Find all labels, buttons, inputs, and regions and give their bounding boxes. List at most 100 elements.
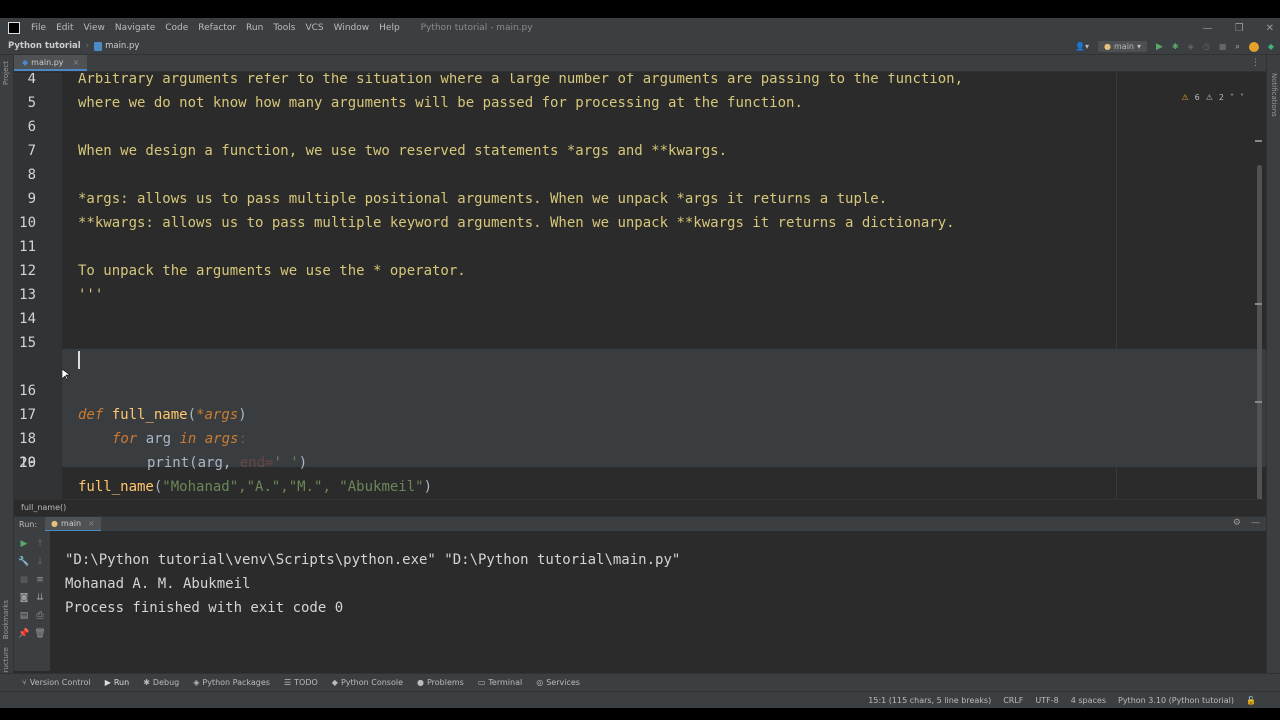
run-tool-header: Run: ● main × ⚙ — bbox=[14, 516, 1266, 532]
version-control-tool-button[interactable]: ⑂ Version Control bbox=[22, 678, 91, 687]
jetbrains-icon[interactable]: ◆ bbox=[1268, 42, 1274, 51]
python-console-tool-button[interactable]: ◆ Python Console bbox=[332, 678, 403, 687]
warning-icon: ⚠ bbox=[1181, 93, 1189, 102]
user-icon[interactable]: 👤▾ bbox=[1075, 42, 1089, 51]
pycharm-logo-icon bbox=[8, 22, 20, 34]
code-line: 17 for arg in args: bbox=[19, 407, 247, 447]
close-tab-icon[interactable]: × bbox=[88, 519, 95, 528]
scroll-to-end-icon[interactable]: ⇊ bbox=[34, 593, 46, 603]
hide-icon[interactable]: — bbox=[1251, 518, 1260, 528]
warning-count: 6 bbox=[1194, 93, 1200, 102]
status-indent[interactable]: 4 spaces bbox=[1071, 696, 1106, 705]
weak-warning-count: 2 bbox=[1218, 93, 1224, 102]
chevron-down-icon[interactable]: ˅ bbox=[1240, 93, 1244, 102]
code-line: 10 **kwargs: allows us to pass multiple k… bbox=[19, 215, 955, 231]
menu-code[interactable]: Code bbox=[160, 23, 193, 33]
stop-icon[interactable]: ■ bbox=[18, 575, 30, 585]
run-tool-button[interactable]: ▶ Run bbox=[105, 678, 130, 687]
breadcrumb-file[interactable]: main.py bbox=[105, 41, 139, 51]
profile-icon[interactable]: ◷ bbox=[1203, 42, 1210, 51]
terminal-tool-button[interactable]: ▭ Terminal bbox=[478, 678, 522, 687]
todo-tool-button[interactable]: ☰ TODO bbox=[284, 678, 318, 687]
soft-wrap-icon[interactable]: ≡ bbox=[34, 575, 46, 585]
run-icon: ▶ bbox=[104, 678, 111, 687]
problems-icon: ● bbox=[416, 678, 424, 687]
coverage-icon[interactable]: ◈ bbox=[1188, 42, 1194, 51]
menu-bar: File Edit View Navigate Code Refactor Ru… bbox=[0, 18, 1280, 38]
close-tab-icon[interactable]: × bbox=[73, 58, 80, 67]
search-icon[interactable]: ⌕ bbox=[1235, 42, 1239, 52]
menu-refactor[interactable]: Refactor bbox=[193, 23, 241, 33]
status-position[interactable]: 15:1 (115 chars, 5 line breaks) bbox=[868, 696, 991, 705]
print-icon[interactable]: ⎙ bbox=[34, 611, 46, 621]
bookmarks-tool-button[interactable]: Bookmarks bbox=[2, 600, 10, 639]
lock-icon[interactable]: 🔓 bbox=[1246, 696, 1256, 705]
inspection-widget[interactable]: ⚠ 6 ⚠ 2 ˄ ˅ bbox=[1181, 93, 1244, 102]
code-line: 20 bbox=[19, 455, 36, 471]
menu-help[interactable]: Help bbox=[374, 23, 405, 33]
code-line: 16 def full_name(*args) bbox=[19, 383, 247, 423]
list-icon: ☰ bbox=[283, 678, 292, 687]
problems-tool-button[interactable]: ● Problems bbox=[417, 678, 464, 687]
debug-icon[interactable]: ✱ bbox=[1172, 42, 1179, 51]
up-arrow-icon[interactable]: ↑ bbox=[34, 539, 46, 549]
run-tab-main[interactable]: ● main × bbox=[45, 516, 101, 532]
chevron-up-icon[interactable]: ˄ bbox=[1230, 93, 1234, 102]
status-line-separator[interactable]: CRLF bbox=[1003, 696, 1023, 705]
run-console[interactable]: ▶ ↑ 🔧 ↓ ■ ≡ ◙ ⇊ ▤ ⎙ 📌 🗑 "D:\Python tutor… bbox=[14, 531, 1266, 671]
bug-icon: ✱ bbox=[143, 678, 150, 687]
tab-label: main.py bbox=[31, 57, 64, 67]
menu-navigate[interactable]: Navigate bbox=[110, 23, 160, 33]
code-line: 8 bbox=[27, 167, 36, 183]
menu-edit[interactable]: Edit bbox=[51, 23, 78, 33]
code-line: 6 bbox=[27, 119, 36, 135]
wrench-icon[interactable]: 🔧 bbox=[18, 557, 30, 567]
trash-icon[interactable]: 🗑 bbox=[34, 629, 46, 639]
run-tab-label: main bbox=[61, 518, 82, 528]
menu-window[interactable]: Window bbox=[329, 23, 375, 33]
run-icon[interactable]: ▶ bbox=[1156, 42, 1163, 52]
run-config-selector[interactable]: ● main ▾ bbox=[1098, 41, 1148, 52]
update-icon[interactable] bbox=[1248, 41, 1259, 52]
project-tool-button[interactable]: Project bbox=[2, 61, 10, 85]
navigation-bar: Python tutorial › main.py 👤▾ ● main ▾ ▶ … bbox=[0, 38, 1280, 55]
scroll-marker bbox=[1255, 401, 1262, 403]
services-tool-button[interactable]: ◎ Services bbox=[536, 678, 580, 687]
debug-tool-button[interactable]: ✱ Debug bbox=[143, 678, 179, 687]
code-line: 11 bbox=[19, 239, 36, 255]
menu-tools[interactable]: Tools bbox=[268, 23, 300, 33]
rerun-icon[interactable]: ▶ bbox=[18, 539, 30, 549]
close-window-icon[interactable]: ✕ bbox=[1266, 23, 1274, 34]
gear-icon[interactable]: ⚙ bbox=[1233, 518, 1241, 528]
pin-icon[interactable]: 📌 bbox=[18, 629, 30, 639]
breadcrumb-project[interactable]: Python tutorial bbox=[8, 41, 81, 51]
breadcrumb-separator-icon: › bbox=[85, 41, 90, 51]
editor-breadcrumb[interactable]: full_name() bbox=[14, 499, 1266, 515]
camera-icon[interactable]: ◙ bbox=[18, 593, 30, 603]
editor-tab-main[interactable]: ◆ main.py × bbox=[14, 55, 88, 71]
menu-vcs[interactable]: VCS bbox=[300, 23, 328, 33]
editor-tab-bar: ◆ main.py × ⋮ bbox=[14, 55, 1266, 72]
restore-icon[interactable]: ❐ bbox=[1235, 23, 1244, 34]
menu-run[interactable]: Run bbox=[241, 23, 268, 33]
python-packages-tool-button[interactable]: ◈ Python Packages bbox=[193, 678, 270, 687]
more-options-icon[interactable]: ⋮ bbox=[1251, 58, 1260, 68]
menu-view[interactable]: View bbox=[79, 23, 110, 33]
status-interpreter[interactable]: Python 3.10 (Python tutorial) bbox=[1118, 696, 1234, 705]
code-line: 19 full_name("Mohanad","A.","M.", "Abukm… bbox=[19, 455, 433, 495]
code-line: 4 Arbitrary arguments refer to the situat… bbox=[27, 73, 964, 87]
stop-icon[interactable]: ■ bbox=[1219, 42, 1227, 51]
down-arrow-icon[interactable]: ↓ bbox=[34, 557, 46, 567]
minimize-icon[interactable]: — bbox=[1203, 23, 1213, 34]
code-editor[interactable]: 4 Arbitrary arguments refer to the situat… bbox=[14, 73, 1266, 510]
menu-file[interactable]: File bbox=[26, 23, 51, 33]
window-controls: — ❐ ✕ bbox=[1203, 18, 1274, 38]
editor-scrollbar[interactable] bbox=[1257, 165, 1262, 505]
status-encoding[interactable]: UTF-8 bbox=[1035, 696, 1058, 705]
layout-icon[interactable]: ▤ bbox=[18, 611, 30, 621]
notifications-tool-button[interactable]: Notifications bbox=[1270, 73, 1278, 117]
code-line: 18 print(arg, end=' ') bbox=[19, 431, 308, 471]
python-file-icon: ◆ bbox=[22, 57, 29, 67]
scroll-marker bbox=[1255, 140, 1262, 142]
ide-window: File Edit View Navigate Code Refactor Ru… bbox=[0, 18, 1280, 708]
